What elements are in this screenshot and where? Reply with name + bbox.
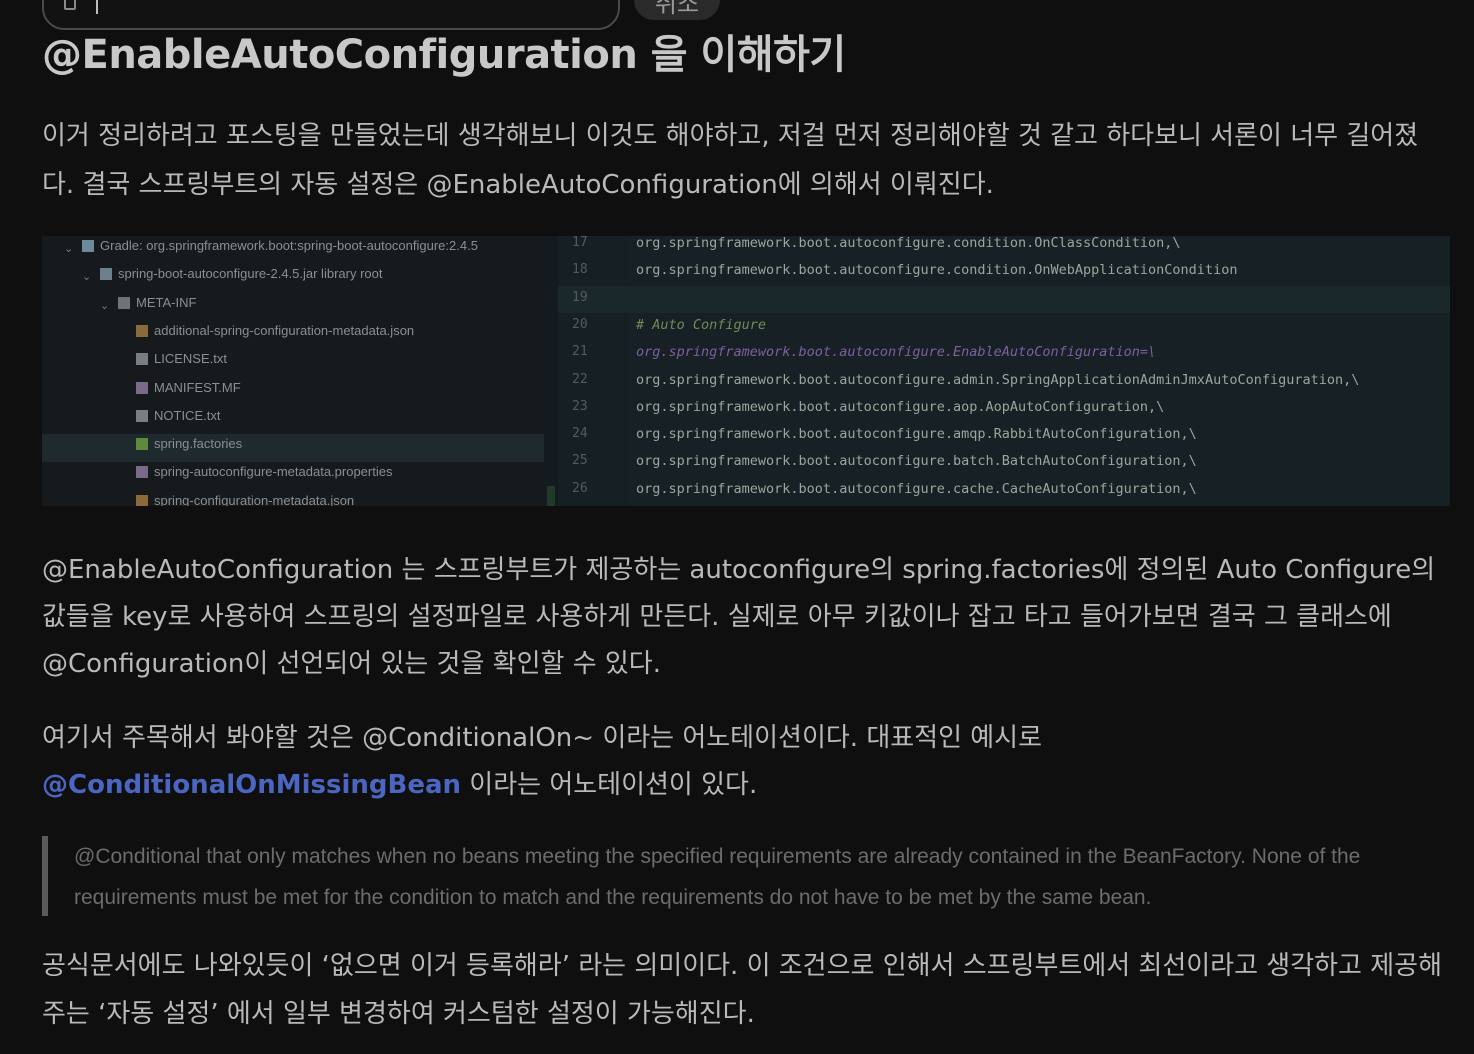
tree-scrollbar <box>547 486 555 506</box>
search-icon <box>64 0 76 10</box>
conditional-lead-text: 여기서 주목해서 봐야할 것은 @ConditionalOn~ 이라는 어노테이… <box>42 723 1043 753</box>
conditional-tail-text: 이라는 어노테이션이 있다. <box>461 770 758 800</box>
code-line: org.springframework.boot.autoconfigure.c… <box>636 480 1197 497</box>
paragraph-conclusion: 공식문서에도 나와있듯이 ‘없으면 이거 등록해라’ 라는 의미이다. 이 조건… <box>42 951 1442 1029</box>
tree-item[interactable]: additional-spring-configuration-metadata… <box>42 321 544 349</box>
text-file-icon <box>136 353 148 366</box>
tree-item[interactable]: LICENSE.txt <box>42 349 544 377</box>
code-line: org.springframework.boot.autoconfigure.c… <box>636 236 1181 251</box>
spring-file-icon <box>136 438 148 451</box>
code-line: # Auto Configure <box>636 316 767 333</box>
code-line: org.springframework.boot.autoconfigure.a… <box>636 398 1165 415</box>
line-number: 23 <box>572 398 588 414</box>
properties-file-icon <box>136 466 148 479</box>
tree-item[interactable]: MANIFEST.MF <box>42 378 544 406</box>
line-number: 24 <box>572 426 588 442</box>
line-number: 26 <box>572 480 588 496</box>
line-number: 18 <box>572 262 588 278</box>
line-number: 20 <box>572 316 588 332</box>
chevron-down-icon[interactable]: ⌄ <box>64 239 73 259</box>
json-file-icon <box>136 324 148 337</box>
tree-item-label: spring-boot-autoconfigure-2.4.5.jar libr… <box>118 266 383 282</box>
code-line: org.springframework.boot.autoconfigure.E… <box>636 344 1157 361</box>
paragraph-explanation: @EnableAutoConfiguration 는 스프링부트가 제공하는 a… <box>42 555 1436 679</box>
tree-item[interactable]: spring.factories <box>42 434 544 463</box>
tree-item[interactable]: ⌄ spring-boot-autoconfigure-2.4.5.jar lib… <box>42 264 544 292</box>
chevron-down-icon[interactable]: ⌄ <box>100 296 109 316</box>
paragraph-conditional: 여기서 주목해서 봐야할 것은 @ConditionalOn~ 이라는 어노테이… <box>42 715 1442 809</box>
ide-screenshot: ⌄ Gradle: org.springframework.boot:spring… <box>42 236 1450 506</box>
text-cursor <box>96 0 98 14</box>
tree-item-label: additional-spring-configuration-metadata… <box>154 322 415 338</box>
manifest-file-icon <box>136 381 148 394</box>
conditional-on-missing-bean-link[interactable]: @ConditionalOnMissingBean <box>42 770 461 800</box>
line-number: 19 <box>572 289 588 305</box>
code-line: org.springframework.boot.autoconfigure.c… <box>636 262 1238 279</box>
folder-icon <box>118 296 130 309</box>
tree-item-label: spring-configuration-metadata.json <box>154 492 355 506</box>
tree-item-label: spring.factories <box>154 436 243 452</box>
paragraph-intro: 이거 정리하려고 포스팅을 만들었는데 생각해보니 이것도 해야하고, 저걸 먼… <box>42 121 1419 200</box>
chevron-down-icon[interactable]: ⌄ <box>82 267 91 287</box>
cancel-button[interactable]: 취소 <box>634 0 720 20</box>
docs-quote: @Conditional that only matches when no b… <box>42 836 1447 916</box>
current-line-highlight <box>558 285 1450 313</box>
json-file-icon <box>136 494 148 506</box>
line-number: 21 <box>572 344 588 360</box>
tree-item-label: spring-autoconfigure-metadata.properties <box>154 464 393 480</box>
jar-icon <box>100 268 112 281</box>
tree-item-label: LICENSE.txt <box>154 351 227 367</box>
tree-item[interactable]: ⌄ META-INF <box>42 293 544 321</box>
tree-item[interactable]: ⌄ Gradle: org.springframework.boot:spring… <box>42 236 544 264</box>
tree-item-label: Gradle: org.springframework.boot:spring-… <box>100 238 478 253</box>
tree-item-label: NOTICE.txt <box>154 407 221 423</box>
project-tree: ⌄ Gradle: org.springframework.boot:spring… <box>42 236 544 506</box>
code-line: org.springframework.boot.autoconfigure.a… <box>636 426 1197 443</box>
code-line: org.springframework.boot.autoconfigure.a… <box>636 371 1360 388</box>
code-line: org.springframework.boot.autoconfigure.b… <box>636 453 1197 470</box>
gradle-library-icon <box>82 240 94 252</box>
text-file-icon <box>136 409 148 422</box>
line-number: 25 <box>572 453 588 469</box>
line-number: 17 <box>572 236 588 250</box>
tree-item-label: META-INF <box>136 294 197 310</box>
line-number: 22 <box>572 371 588 387</box>
tree-item[interactable]: spring-configuration-metadata.json <box>42 491 544 506</box>
article-title: @EnableAutoConfiguration 을 이해하기 <box>42 32 846 78</box>
tree-item[interactable]: NOTICE.txt <box>42 406 544 434</box>
tree-item-label: MANIFEST.MF <box>154 379 241 395</box>
tree-item[interactable]: spring-autoconfigure-metadata.properties <box>42 462 544 490</box>
